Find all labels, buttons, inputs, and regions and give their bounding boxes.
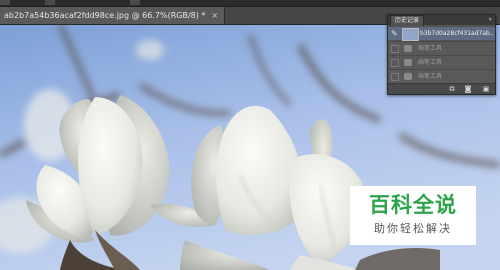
history-panel: 历史记录 » ✎ b3b7d0a28cf431ad7ab... 画笔工具 画笔工…: [387, 14, 496, 95]
new-document-from-state-icon[interactable]: ⧉: [448, 85, 456, 93]
watermark-subtitle: 助你轻松解决: [374, 222, 452, 235]
history-source-checkbox[interactable]: [391, 45, 399, 53]
history-step[interactable]: 画笔工具: [388, 55, 495, 69]
brush-step-icon: [404, 73, 412, 80]
history-panel-header: 历史记录 »: [388, 15, 495, 26]
watermark-logo: 百科全说 助你轻松解决: [350, 186, 476, 245]
menu-bar: [0, 0, 500, 7]
close-icon[interactable]: ×: [211, 11, 218, 20]
history-source-checkbox[interactable]: [391, 59, 399, 67]
snapshot-thumbnail: [402, 28, 419, 41]
document-tab-title: ab2b7a54b36acaf2fdd98ce.jpg @ 66.7%(RGB/…: [4, 11, 206, 20]
menu-item[interactable]: [130, 0, 140, 5]
history-panel-footer: ⧉ ◙ ▣: [388, 83, 495, 94]
watermark-title: 百科全说: [369, 193, 457, 217]
history-tab[interactable]: 历史记录: [390, 15, 425, 26]
history-snapshot[interactable]: ✎ b3b7d0a28cf431ad7ab...: [388, 27, 495, 41]
trash-icon[interactable]: ▣: [482, 85, 490, 93]
history-brush-source-icon[interactable]: ✎: [391, 29, 399, 38]
snapshot-label: b3b7d0a28cf431ad7ab...: [420, 30, 493, 37]
menu-item[interactable]: [45, 0, 55, 5]
document-tab[interactable]: ab2b7a54b36acaf2fdd98ce.jpg @ 66.7%(RGB/…: [0, 7, 226, 24]
history-source-checkbox[interactable]: [391, 73, 399, 81]
menu-item[interactable]: [0, 0, 10, 5]
brush-step-icon: [404, 45, 412, 52]
history-step[interactable]: 画笔工具: [388, 41, 495, 55]
history-step-label: 画笔工具: [418, 59, 443, 66]
history-step-label: 画笔工具: [418, 45, 443, 52]
history-step-label: 画笔工具: [418, 73, 443, 80]
panel-menu-icon[interactable]: »: [488, 15, 492, 25]
history-step[interactable]: 画笔工具: [388, 69, 495, 83]
camera-icon[interactable]: ◙: [464, 85, 472, 93]
brush-step-icon: [404, 59, 412, 66]
photoshop-window: ab2b7a54b36acaf2fdd98ce.jpg @ 66.7%(RGB/…: [0, 0, 500, 270]
